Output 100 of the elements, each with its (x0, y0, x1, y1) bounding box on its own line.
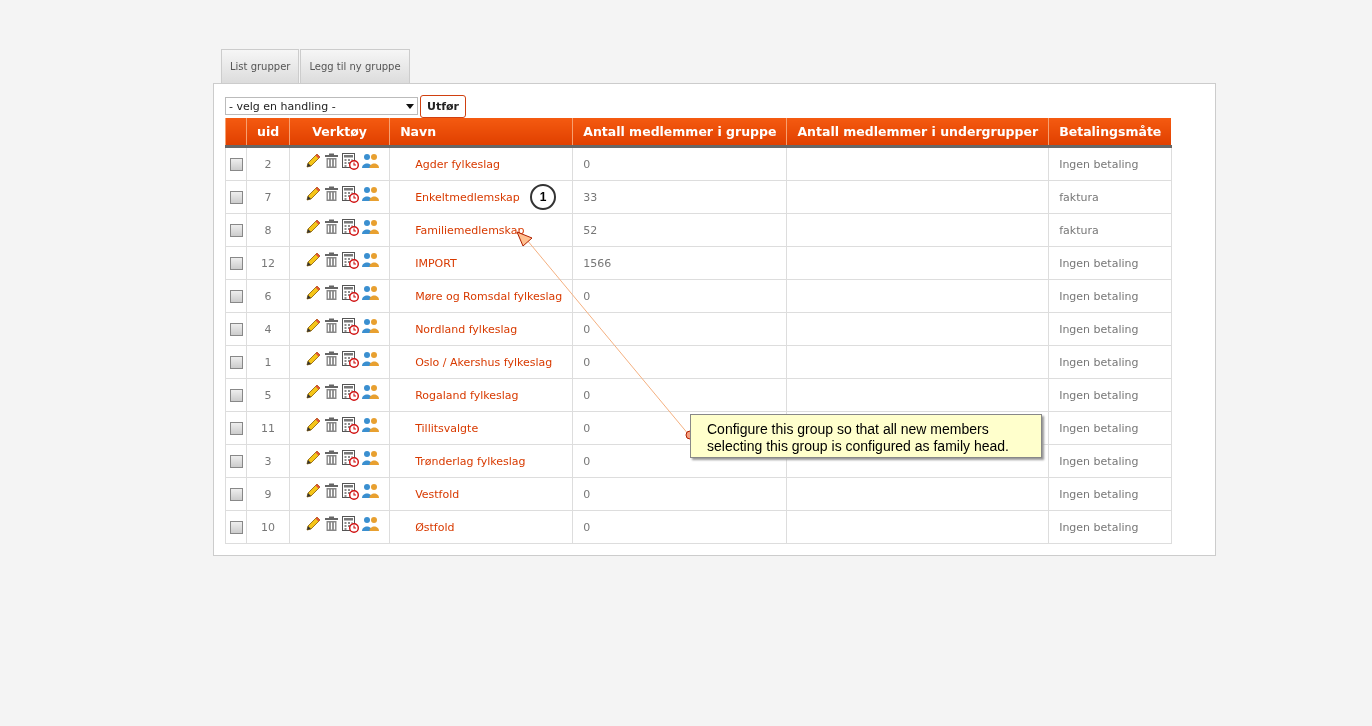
people-icon[interactable] (362, 219, 380, 235)
people-icon[interactable] (362, 450, 380, 466)
people-icon[interactable] (362, 318, 380, 334)
row-checkbox[interactable] (229, 421, 243, 435)
pencil-icon[interactable] (305, 285, 322, 301)
member-count: 0 (583, 421, 591, 435)
trash-icon[interactable] (324, 351, 340, 367)
calculator-clock-icon[interactable] (342, 218, 360, 236)
column-header: Betalingsmåte (1059, 124, 1162, 139)
trash-icon[interactable] (324, 516, 340, 532)
row-checkbox[interactable] (229, 190, 243, 204)
callout-note: Configure this group so that all new members selecting this group is configured as family head. (690, 414, 1042, 458)
trash-icon[interactable] (324, 219, 340, 235)
trash-icon[interactable] (324, 483, 340, 499)
trash-icon[interactable] (324, 252, 340, 268)
tab[interactable]: List grupper (221, 49, 300, 83)
trash-icon[interactable] (324, 384, 340, 400)
calculator-clock-icon[interactable] (342, 185, 360, 203)
pencil-icon[interactable] (305, 483, 322, 499)
calculator-clock-icon[interactable] (342, 482, 360, 500)
group-name-link[interactable]: Agder fylkeslag (415, 157, 500, 171)
payment-method: Ingen betaling (1059, 157, 1139, 171)
people-icon[interactable] (362, 285, 380, 301)
uid-text: 10 (261, 520, 276, 534)
row-checkbox[interactable] (229, 520, 243, 534)
row-checkbox[interactable] (229, 289, 243, 303)
member-count: 1566 (583, 256, 612, 270)
pencil-icon[interactable] (305, 153, 322, 169)
trash-icon[interactable] (324, 153, 340, 169)
calculator-clock-icon[interactable] (342, 350, 360, 368)
calculator-clock-icon[interactable] (342, 416, 360, 434)
pencil-icon[interactable] (305, 318, 322, 334)
calculator-clock-icon[interactable] (342, 317, 360, 335)
calculator-clock-icon[interactable] (342, 284, 360, 302)
payment-method: faktura (1059, 223, 1099, 237)
member-count: 0 (583, 454, 591, 468)
uid-text: 7 (264, 190, 272, 204)
tab[interactable]: Legg til ny gruppe (300, 49, 410, 83)
group-name-link[interactable]: Vestfold (415, 487, 460, 501)
calculator-clock-icon[interactable] (342, 449, 360, 467)
action-select[interactable]: - velg en handling - (225, 97, 418, 115)
pencil-icon[interactable] (305, 351, 322, 367)
row-checkbox[interactable] (229, 256, 243, 270)
payment-method: Ingen betaling (1059, 388, 1139, 402)
execute-button[interactable]: Utfør (420, 94, 466, 118)
uid-text: 5 (264, 388, 272, 402)
pencil-icon[interactable] (305, 219, 322, 235)
member-count: 0 (583, 520, 591, 534)
group-name-link[interactable]: Tillitsvalgte (415, 421, 479, 435)
people-icon[interactable] (362, 384, 380, 400)
people-icon[interactable] (362, 351, 380, 367)
people-icon[interactable] (362, 252, 380, 268)
uid-text: 4 (264, 322, 272, 336)
trash-icon[interactable] (324, 318, 340, 334)
calculator-clock-icon[interactable] (342, 383, 360, 401)
people-icon[interactable] (362, 483, 380, 499)
uid-text: 6 (264, 289, 272, 303)
member-count: 0 (583, 157, 591, 171)
pencil-icon[interactable] (305, 417, 322, 433)
payment-method: Ingen betaling (1059, 421, 1139, 435)
pencil-icon[interactable] (305, 516, 322, 532)
member-count: 0 (583, 289, 591, 303)
row-checkbox[interactable] (229, 487, 243, 501)
row-checkbox[interactable] (229, 157, 243, 171)
calculator-clock-icon[interactable] (342, 251, 360, 269)
calculator-clock-icon[interactable] (342, 152, 360, 170)
row-checkbox[interactable] (229, 454, 243, 468)
people-icon[interactable] (362, 186, 380, 202)
people-icon[interactable] (362, 153, 380, 169)
uid-text: 8 (264, 223, 272, 237)
people-icon[interactable] (362, 516, 380, 532)
column-header: Verktøy (312, 124, 367, 139)
column-header: Antall medlemmer i undergrupper (797, 124, 1039, 139)
trash-icon[interactable] (324, 186, 340, 202)
payment-method: Ingen betaling (1059, 322, 1139, 336)
row-checkbox[interactable] (229, 223, 243, 237)
uid-text: 3 (264, 454, 272, 468)
group-name-link[interactable]: Enkeltmedlemskap (415, 190, 520, 204)
row-checkbox[interactable] (229, 355, 243, 369)
group-name-link[interactable]: IMPORT (415, 256, 457, 270)
uid-text: 9 (264, 487, 272, 501)
row-checkbox[interactable] (229, 388, 243, 402)
payment-method: faktura (1059, 190, 1099, 204)
pencil-icon[interactable] (305, 252, 322, 268)
pencil-icon[interactable] (305, 186, 322, 202)
trash-icon[interactable] (324, 417, 340, 433)
trash-icon[interactable] (324, 450, 340, 466)
pencil-icon[interactable] (305, 450, 322, 466)
trash-icon[interactable] (324, 285, 340, 301)
column-header: uid (257, 124, 280, 139)
member-count: 52 (583, 223, 598, 237)
people-icon[interactable] (362, 417, 380, 433)
pencil-icon[interactable] (305, 384, 322, 400)
group-name-link[interactable]: Østfold (415, 520, 455, 534)
member-count: 0 (583, 355, 591, 369)
calculator-clock-icon[interactable] (342, 515, 360, 533)
row-checkbox[interactable] (229, 322, 243, 336)
dropdown-caret-icon (406, 103, 414, 109)
member-count: 0 (583, 322, 591, 336)
payment-method: Ingen betaling (1059, 289, 1139, 303)
